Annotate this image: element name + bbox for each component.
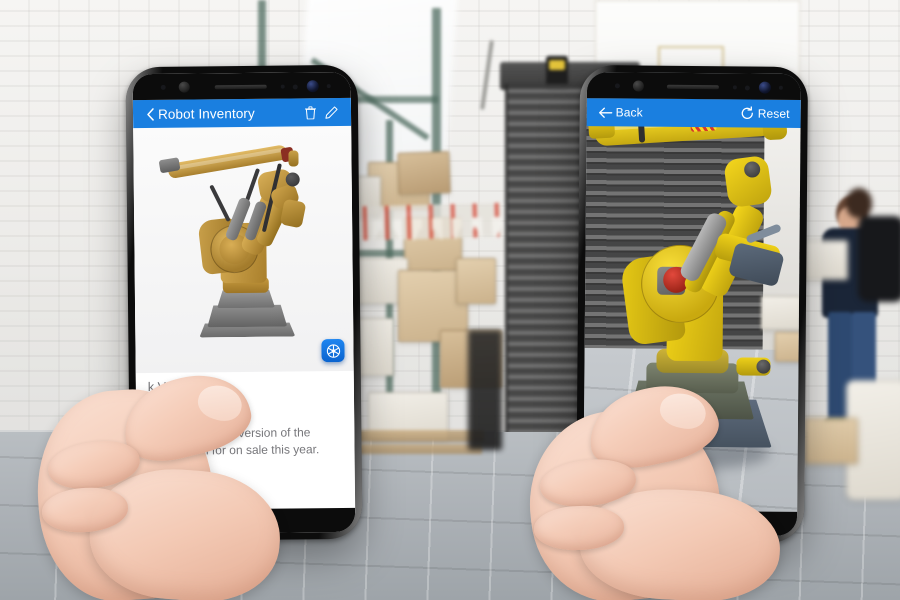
earpiece-speaker-right bbox=[666, 84, 719, 90]
sensor-dot-r1 bbox=[732, 85, 737, 90]
iris-sensor-icon bbox=[178, 81, 190, 93]
front-camera-icon bbox=[306, 80, 319, 93]
arrow-left-icon[interactable] bbox=[596, 101, 616, 123]
sensor-dot bbox=[280, 84, 285, 89]
chevron-left-icon[interactable] bbox=[142, 103, 158, 125]
phone-top-bezel bbox=[132, 71, 351, 101]
right-hand-holding-phone bbox=[470, 340, 790, 600]
trash-icon[interactable] bbox=[300, 101, 320, 123]
earpiece-speaker bbox=[214, 84, 267, 90]
proximity-sensor-icon-right bbox=[614, 83, 620, 89]
sensor-dot-3 bbox=[326, 84, 331, 89]
pencil-icon[interactable] bbox=[320, 101, 342, 123]
front-camera-icon-right bbox=[758, 81, 771, 94]
sensor-dot-r2 bbox=[744, 85, 750, 91]
iris-sensor-icon-right bbox=[632, 80, 644, 92]
proximity-sensor-icon bbox=[160, 84, 166, 90]
back-label[interactable]: Back bbox=[616, 105, 643, 119]
page-title: Robot Inventory bbox=[157, 105, 255, 122]
left-app-bar: Robot Inventory bbox=[132, 97, 352, 129]
right-app-bar: Back Reset bbox=[586, 98, 801, 128]
reset-label[interactable]: Reset bbox=[758, 107, 792, 121]
sensor-dot-r3 bbox=[778, 85, 783, 90]
ar-demo-screenshot: Robot Inventory version of the for on sa… bbox=[0, 0, 900, 600]
left-hand-holding-phone bbox=[30, 330, 330, 600]
phone-top-bezel-right bbox=[586, 72, 802, 100]
reset-arrow-icon[interactable] bbox=[738, 102, 758, 124]
sensor-dot-2 bbox=[292, 84, 298, 90]
